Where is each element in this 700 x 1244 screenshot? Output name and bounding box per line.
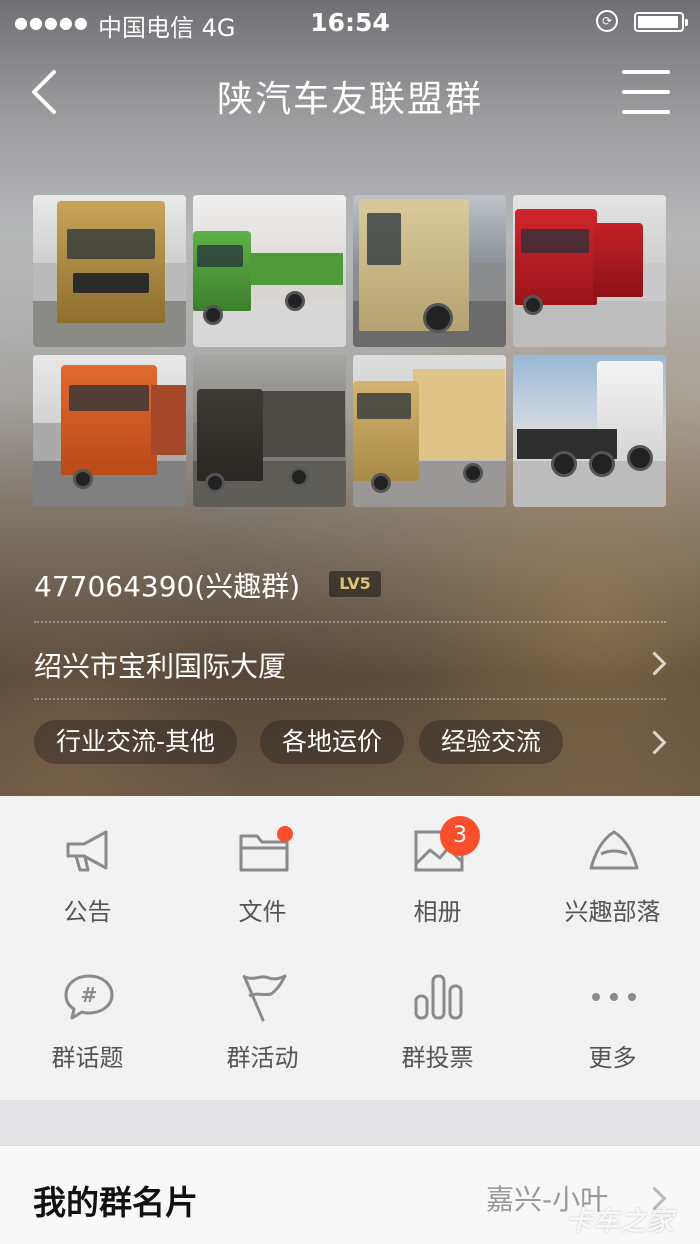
feature-topics[interactable]: # 群话题: [0, 942, 175, 1082]
page-title: 陕汽车友联盟群: [216, 79, 483, 120]
topic-icon: #: [64, 974, 114, 1020]
feature-more[interactable]: 更多: [525, 942, 700, 1082]
album-count-badge: 3: [440, 816, 480, 856]
feature-announcement[interactable]: 公告: [0, 796, 175, 936]
divider: [34, 698, 666, 700]
battery-icon: [634, 12, 688, 32]
feature-activities[interactable]: 群活动: [175, 942, 350, 1082]
feature-label: 公告: [63, 898, 112, 926]
gallery-photo[interactable]: [353, 195, 506, 347]
vote-icon: [414, 974, 463, 1020]
feature-label: 文件: [238, 898, 287, 926]
feature-label: 群活动: [226, 1044, 299, 1072]
svg-text:#: #: [81, 983, 98, 1007]
gallery-photo[interactable]: [33, 195, 186, 347]
megaphone-icon: [66, 830, 108, 872]
status-bar: ●●●●● 中国电信 4G 16:54 ⟳: [0, 0, 700, 46]
group-address: 绍兴市宝利国际大厦: [34, 650, 287, 683]
new-file-indicator: [277, 826, 293, 842]
group-id: 477064390(兴趣群): [34, 570, 301, 603]
group-level-badge: LV5: [329, 571, 381, 597]
feature-interest-tribe[interactable]: 兴趣部落: [525, 796, 700, 936]
feature-label: 更多: [588, 1044, 637, 1072]
tent-icon: [589, 830, 639, 870]
gallery-photo[interactable]: [193, 355, 346, 507]
group-tag[interactable]: 各地运价: [260, 720, 405, 764]
more-icon: [592, 993, 636, 1001]
group-tag[interactable]: 经验交流: [419, 720, 564, 764]
rotation-lock-icon: ⟳: [596, 10, 618, 32]
feature-label: 群投票: [401, 1044, 474, 1072]
feature-vote[interactable]: 群投票: [350, 942, 525, 1082]
section-divider: [0, 1100, 700, 1145]
group-tag[interactable]: 行业交流-其他: [34, 720, 238, 764]
menu-icon[interactable]: [620, 68, 672, 116]
my-group-card-title: 我的群名片: [33, 1183, 198, 1222]
feature-album[interactable]: 3 相册: [350, 796, 525, 936]
flag-icon: [242, 974, 287, 1022]
gallery-photo[interactable]: [193, 195, 346, 347]
feature-label: 相册: [413, 898, 462, 926]
group-feature-grid: 公告 文件 3 相册 兴趣部落 # 群话题 群活动 群投票 更多: [0, 796, 700, 1100]
clock: 16:54: [310, 8, 390, 37]
divider: [34, 621, 666, 623]
navigation-bar: 陕汽车友联盟群: [0, 46, 700, 146]
gallery-photo[interactable]: [353, 355, 506, 507]
gallery-photo[interactable]: [513, 355, 666, 507]
feature-label: 群话题: [51, 1044, 124, 1072]
watermark: 卡车之家: [566, 1207, 675, 1237]
feature-label: 兴趣部落: [564, 898, 661, 926]
feature-files[interactable]: 文件: [175, 796, 350, 936]
gallery-photo[interactable]: [513, 195, 666, 347]
gallery-photo[interactable]: [33, 355, 186, 507]
